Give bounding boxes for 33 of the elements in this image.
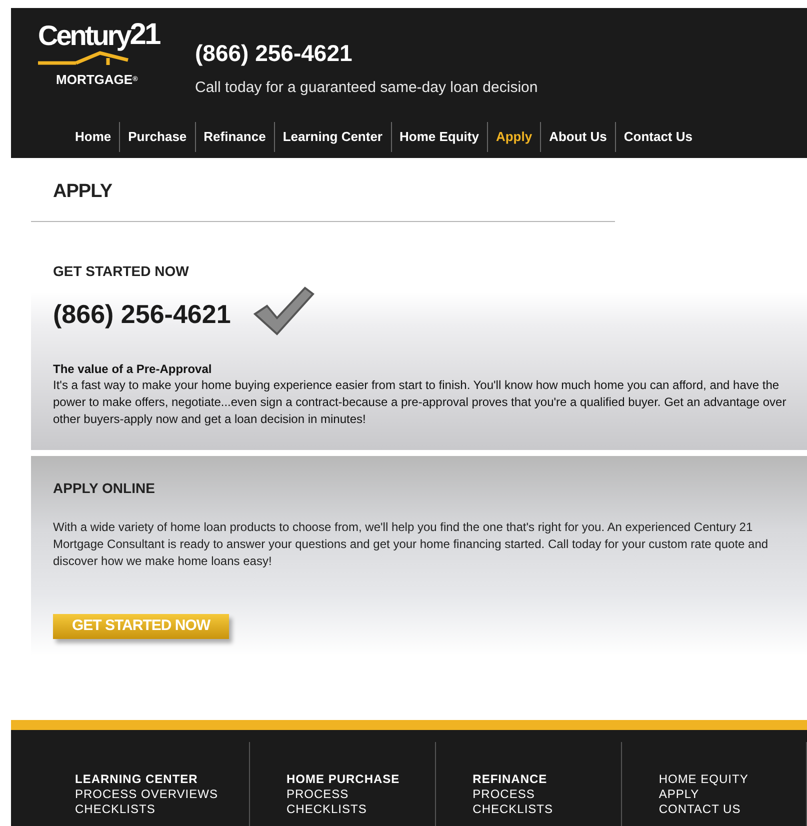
section-heading: GET STARTED NOW <box>53 262 190 280</box>
subheading: The value of a Pre-Approval <box>53 362 213 376</box>
phone-number: (866) 256-4621 <box>53 298 231 330</box>
footer-link[interactable]: HOME EQUITY <box>658 772 806 786</box>
page-title: APPLY <box>53 180 114 204</box>
logo-number: 21 <box>130 20 160 50</box>
nav-link[interactable]: Purchase <box>119 122 195 152</box>
nav-link[interactable]: Learning Center <box>274 122 390 152</box>
footer-heading: HOME PURCHASE <box>286 772 401 786</box>
nav-link[interactable]: Refinance <box>194 122 274 152</box>
logo[interactable]: Century21 MORTGAGE$^{®}$ <box>38 20 173 90</box>
pre-approval-text: It's a fast way to make your home buying experience easier from start to finish. You'll know how much home you can afford, and have the power to make offers, negotiate...even sign a contract-because a pre-approval proves that you're a qualified buyer. Get an advantage over other buyers-apply now and get a loan decision in minutes! <box>53 376 788 428</box>
logo-subtitle: MORTGAGE$^{®}$ <box>56 71 138 89</box>
logo-wordmark: Century <box>38 22 130 50</box>
footer-link[interactable]: CHECKLISTS <box>75 802 248 816</box>
nav-link[interactable]: Home Equity <box>390 122 487 152</box>
nav-link[interactable]: Contact Us <box>614 122 700 152</box>
nav-link[interactable]: Home <box>67 122 120 152</box>
section-heading: APPLY ONLINE <box>53 478 156 498</box>
nav-link[interactable]: About Us <box>540 122 615 152</box>
footer-link[interactable]: CHECKLISTS <box>472 802 621 816</box>
footer-link[interactable]: APPLY <box>658 786 806 802</box>
header-tagline: Call today for a guaranteed same-day loan decision <box>195 78 538 98</box>
footer-link[interactable]: CHECKLISTS <box>286 802 435 816</box>
nav-link[interactable]: Apply <box>486 122 540 152</box>
footer-link[interactable]: PROCESS <box>286 786 435 802</box>
header-phone: (866) 256-4621 <box>195 39 354 68</box>
footer-link[interactable]: CONTACT US <box>658 802 806 816</box>
footer-heading: LEARNING CENTER <box>75 772 199 786</box>
footer-link[interactable]: PROCESS <box>472 786 621 802</box>
apply-online-text: With a wide variety of home loan products to choose from, we'll help you find the one that's right for you. An experienced Century 21 Mortgage Consultant is ready to answer your questions and get your home financing started. Call today for your custom rate quote and discover how we make home loans easy! <box>53 518 770 570</box>
footer-link[interactable]: PROCESS OVERVIEWS <box>75 786 248 802</box>
footer-heading: REFINANCE <box>472 772 548 786</box>
